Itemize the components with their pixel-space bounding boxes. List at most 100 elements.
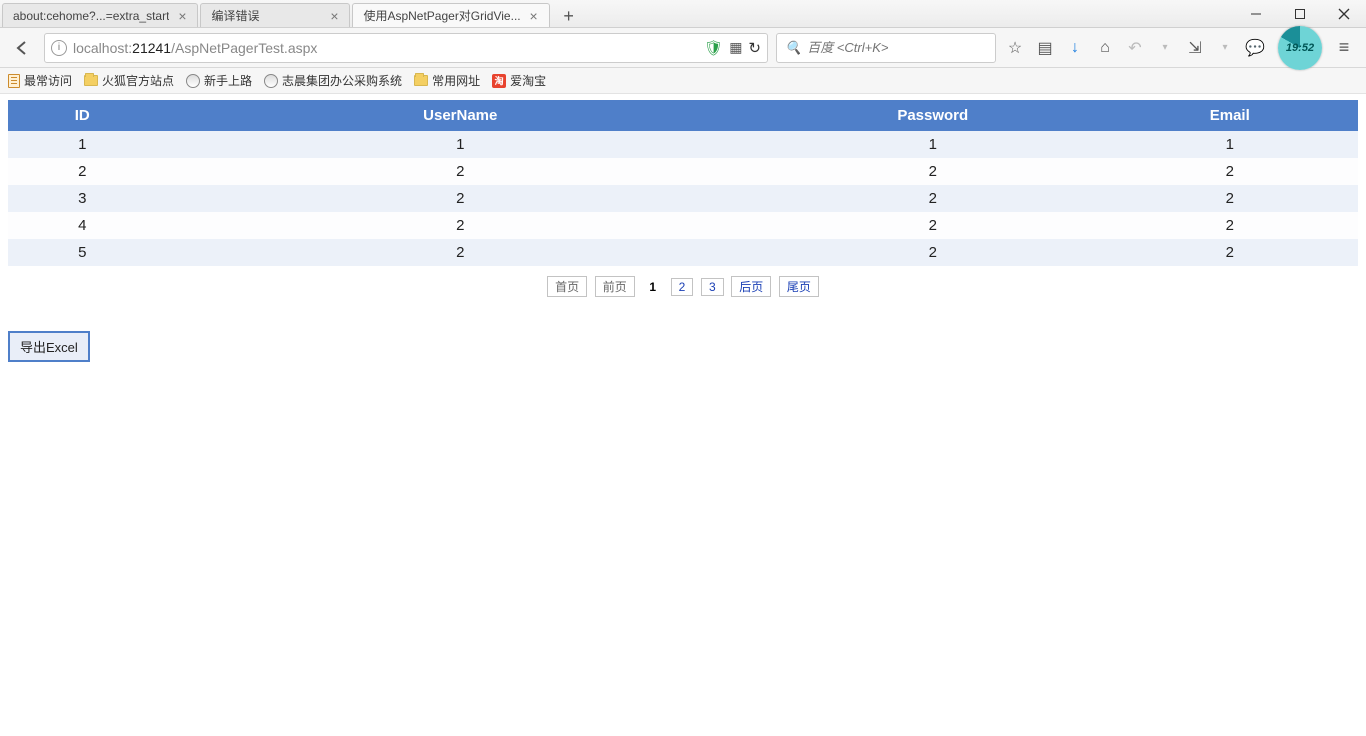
new-tab-button[interactable]: + <box>556 5 582 27</box>
data-grid: ID UserName Password Email 1111 2222 322… <box>8 100 1358 266</box>
hamburger-menu-button[interactable]: ≡ <box>1330 34 1358 62</box>
globe-icon <box>186 74 200 88</box>
cell: 2 <box>764 158 1102 185</box>
downloads-icon[interactable]: ↓ <box>1066 39 1084 57</box>
home-icon[interactable]: ⌂ <box>1096 39 1114 57</box>
cell: 2 <box>8 158 157 185</box>
qr-icon[interactable]: ▦ <box>729 39 742 56</box>
bookmark-most-visited[interactable]: 最常访问 <box>8 72 72 89</box>
cell: 2 <box>764 239 1102 266</box>
undo-icon[interactable]: ↶ <box>1126 38 1144 58</box>
cell: 2 <box>1102 212 1359 239</box>
bookmark-label: 火狐官方站点 <box>102 72 174 89</box>
bookmark-taobao[interactable]: 淘爱淘宝 <box>492 72 546 89</box>
cell: 2 <box>1102 239 1359 266</box>
folder-icon <box>84 75 98 86</box>
dropdown-icon[interactable]: ▾ <box>1156 42 1174 53</box>
maximize-button[interactable] <box>1278 0 1322 28</box>
back-button[interactable] <box>8 34 36 62</box>
cell: 2 <box>157 158 765 185</box>
pager-prev[interactable]: 前页 <box>595 276 635 297</box>
col-header-password: Password <box>764 100 1102 131</box>
site-info-icon[interactable]: i <box>51 40 67 56</box>
cell: 2 <box>764 212 1102 239</box>
reload-icon[interactable]: ↻ <box>748 39 761 57</box>
library-icon[interactable]: ▤ <box>1036 38 1054 58</box>
cell: 5 <box>8 239 157 266</box>
export-excel-button[interactable]: 导出Excel <box>8 331 90 362</box>
table-row: 1111 <box>8 131 1358 158</box>
bookmark-label: 志晨集团办公采购系统 <box>282 72 402 89</box>
table-row: 2222 <box>8 158 1358 185</box>
pager-last[interactable]: 尾页 <box>779 276 819 297</box>
close-window-button[interactable] <box>1322 0 1366 28</box>
bookmark-star-icon[interactable]: ☆ <box>1006 38 1024 58</box>
bookmark-label: 爱淘宝 <box>510 72 546 89</box>
page-icon <box>8 74 20 88</box>
cell: 1 <box>8 131 157 158</box>
bookmark-firefox-official[interactable]: 火狐官方站点 <box>84 72 174 89</box>
cell: 2 <box>157 212 765 239</box>
page-content: ID UserName Password Email 1111 2222 322… <box>0 94 1366 368</box>
cell: 3 <box>8 185 157 212</box>
clock-badge[interactable]: 19:52 <box>1278 26 1322 70</box>
cell: 2 <box>1102 158 1359 185</box>
cell: 1 <box>157 131 765 158</box>
cell: 1 <box>1102 131 1359 158</box>
search-icon: 🔍 <box>785 40 801 56</box>
col-header-email: Email <box>1102 100 1359 131</box>
bookmark-procurement[interactable]: 志晨集团办公采购系统 <box>264 72 402 89</box>
taobao-icon: 淘 <box>492 74 506 88</box>
close-icon[interactable]: × <box>175 9 189 23</box>
cell: 2 <box>157 239 765 266</box>
minimize-button[interactable] <box>1234 0 1278 28</box>
cell: 2 <box>1102 185 1359 212</box>
search-bar[interactable]: 🔍 <box>776 33 996 63</box>
url-bar[interactable]: i localhost:21241/AspNetPagerTest.aspx 🛡… <box>44 33 768 63</box>
table-row: 5222 <box>8 239 1358 266</box>
tab-strip: about:cehome?...=extra_start × 编译错误 × 使用… <box>0 0 582 27</box>
tab-title: about:cehome?...=extra_start <box>13 9 169 23</box>
browser-tab-2[interactable]: 编译错误 × <box>200 3 350 27</box>
pager-next[interactable]: 后页 <box>731 276 771 297</box>
bookmark-label: 最常访问 <box>24 72 72 89</box>
clock-time: 19:52 <box>1278 26 1322 70</box>
close-icon[interactable]: × <box>527 9 541 23</box>
pager-page-2[interactable]: 2 <box>671 278 694 296</box>
toolbar-icons: ☆ ▤ ↓ ⌂ ↶ ▾ ⇲ ▾ 💬 <box>1006 38 1264 58</box>
search-input[interactable] <box>807 40 987 55</box>
bookmarks-bar: 最常访问 火狐官方站点 新手上路 志晨集团办公采购系统 常用网址 淘爱淘宝 <box>0 68 1366 94</box>
bookmark-label: 新手上路 <box>204 72 252 89</box>
folder-icon <box>414 75 428 86</box>
shield-icon[interactable]: 🛡 <box>704 39 723 57</box>
table-row: 4222 <box>8 212 1358 239</box>
col-header-id: ID <box>8 100 157 131</box>
pager: 首页 前页 1 2 3 后页 尾页 <box>8 276 1358 297</box>
tab-title: 编译错误 <box>211 7 321 24</box>
url-text: localhost:21241/AspNetPagerTest.aspx <box>73 40 698 56</box>
cell: 4 <box>8 212 157 239</box>
window-controls <box>1234 0 1366 28</box>
pocket-icon[interactable]: ⇲ <box>1186 38 1204 58</box>
dropdown-icon[interactable]: ▾ <box>1216 42 1234 53</box>
navbar: i localhost:21241/AspNetPagerTest.aspx 🛡… <box>0 28 1366 68</box>
table-header-row: ID UserName Password Email <box>8 100 1358 131</box>
close-icon[interactable]: × <box>327 9 341 23</box>
table-row: 3222 <box>8 185 1358 212</box>
pager-page-current: 1 <box>642 278 663 296</box>
titlebar: about:cehome?...=extra_start × 编译错误 × 使用… <box>0 0 1366 28</box>
browser-tab-3[interactable]: 使用AspNetPager对GridVie... × <box>352 3 549 27</box>
tab-title: 使用AspNetPager对GridVie... <box>363 7 520 24</box>
cell: 1 <box>764 131 1102 158</box>
pager-first[interactable]: 首页 <box>547 276 587 297</box>
bookmark-common-sites[interactable]: 常用网址 <box>414 72 480 89</box>
globe-icon <box>264 74 278 88</box>
browser-tab-1[interactable]: about:cehome?...=extra_start × <box>2 3 198 27</box>
pager-page-3[interactable]: 3 <box>701 278 724 296</box>
cell: 2 <box>157 185 765 212</box>
chat-icon[interactable]: 💬 <box>1246 38 1264 58</box>
bookmark-getting-started[interactable]: 新手上路 <box>186 72 252 89</box>
cell: 2 <box>764 185 1102 212</box>
col-header-username: UserName <box>157 100 765 131</box>
bookmark-label: 常用网址 <box>432 72 480 89</box>
